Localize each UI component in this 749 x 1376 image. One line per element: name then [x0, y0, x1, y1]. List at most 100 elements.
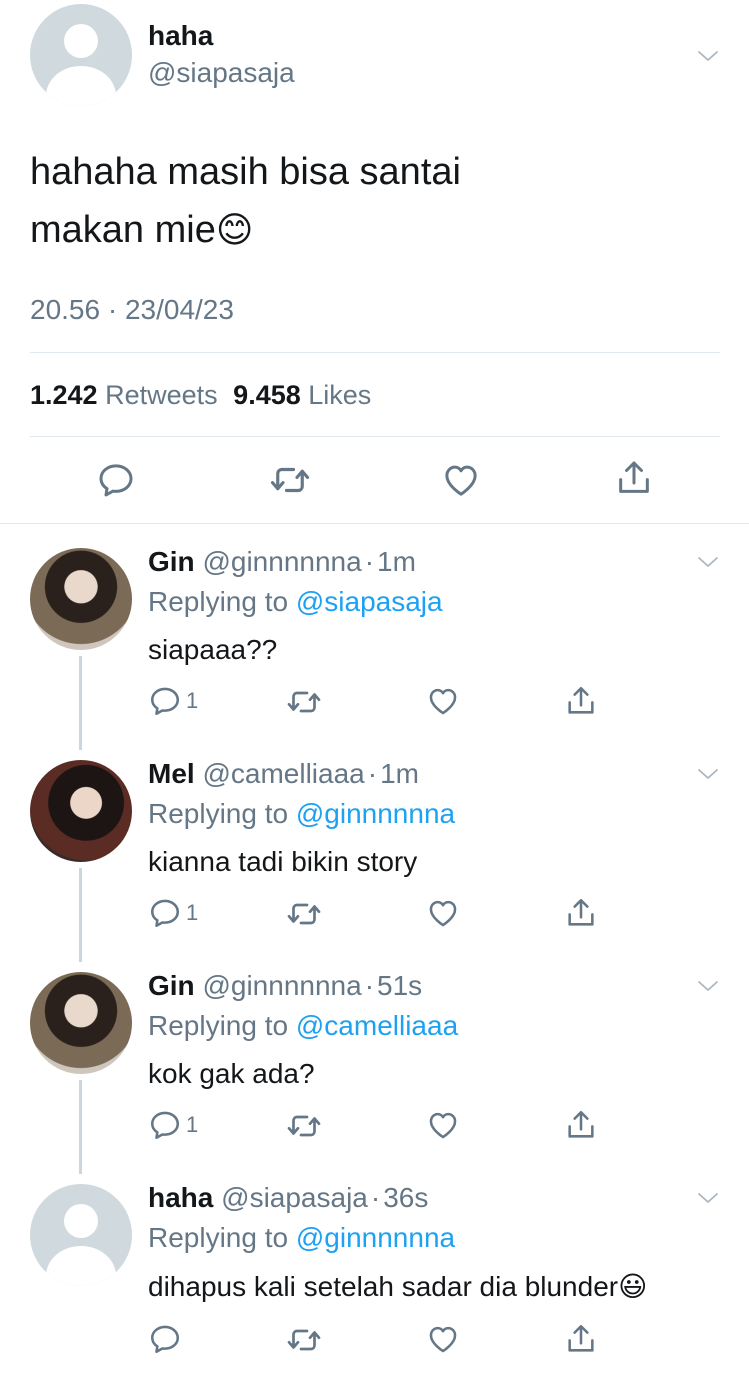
- like-button[interactable]: [426, 896, 460, 930]
- chevron-down-icon[interactable]: [696, 1186, 720, 1210]
- heart-icon: [426, 684, 460, 718]
- reply-count: 1: [186, 1112, 199, 1137]
- separator-dot: ·: [364, 546, 375, 577]
- reply-text: kianna tadi bikin story: [148, 846, 418, 877]
- user-handle[interactable]: @ginnnnnna: [202, 970, 361, 1001]
- reply-time[interactable]: 1m: [380, 758, 419, 789]
- retweets-count[interactable]: 1.242: [30, 380, 98, 410]
- user-handle[interactable]: @camelliaaa: [202, 758, 364, 789]
- avatar[interactable]: [30, 548, 132, 650]
- display-name[interactable]: Mel: [148, 758, 195, 789]
- user-handle[interactable]: @siapasaja: [221, 1182, 368, 1213]
- heart-icon: [426, 1108, 460, 1142]
- tweet-text-line2: makan mie😊: [30, 209, 254, 251]
- reply-actions: 1: [148, 1108, 608, 1148]
- retweet-icon: [286, 684, 322, 720]
- retweet-button[interactable]: [286, 1322, 322, 1358]
- reply-header: Gin @ginnnnnna · 51s: [148, 970, 422, 1002]
- share-icon: [564, 1322, 598, 1356]
- heart-icon[interactable]: [441, 460, 481, 500]
- replying-to-prefix: Replying to: [148, 1010, 289, 1041]
- share-icon: [564, 1108, 598, 1142]
- reply-text-body: dihapus kali setelah sadar dia blunder: [148, 1271, 619, 1302]
- reply-time[interactable]: 36s: [383, 1182, 428, 1213]
- retweet-button[interactable]: [286, 896, 322, 932]
- heart-icon: [426, 1322, 460, 1356]
- share-icon: [564, 684, 598, 718]
- like-button[interactable]: [426, 1322, 460, 1356]
- reply-actions: 1: [148, 896, 608, 936]
- chevron-down-icon[interactable]: [696, 974, 720, 998]
- thread-line: [79, 656, 82, 750]
- display-name[interactable]: Gin: [148, 546, 195, 577]
- retweet-icon[interactable]: [269, 459, 311, 501]
- user-handle[interactable]: @siapasaja: [148, 57, 295, 89]
- reply-button[interactable]: 1: [148, 684, 198, 718]
- reply-icon: [148, 1108, 182, 1142]
- replying-to-handle[interactable]: @ginnnnnna: [296, 1222, 455, 1253]
- reply-button[interactable]: 1: [148, 896, 198, 930]
- display-name[interactable]: haha: [148, 20, 213, 52]
- replying-to-handle[interactable]: @ginnnnnna: [296, 798, 455, 829]
- reply-icon: [148, 1322, 182, 1356]
- reply-count: 1: [186, 688, 199, 713]
- divider: [30, 436, 720, 437]
- replying-to-handle[interactable]: @siapasaja: [296, 586, 443, 617]
- reply-button[interactable]: [148, 1322, 186, 1356]
- retweet-button[interactable]: [286, 1108, 322, 1144]
- chevron-down-icon[interactable]: [696, 44, 720, 68]
- retweets-label[interactable]: Retweets: [105, 380, 218, 410]
- avatar[interactable]: [30, 1184, 132, 1286]
- likes-count[interactable]: 9.458: [233, 380, 301, 410]
- avatar[interactable]: [30, 4, 132, 106]
- heart-icon: [426, 896, 460, 930]
- reply-header: haha @siapasaja · 36s: [148, 1182, 428, 1214]
- reply-text: siapaaa??: [148, 634, 278, 665]
- share-icon[interactable]: [614, 458, 654, 498]
- tweet-timestamp[interactable]: 20.56 · 23/04/23: [30, 294, 234, 326]
- reply-count: 1: [186, 900, 199, 925]
- display-name[interactable]: Gin: [148, 970, 195, 1001]
- reply-button[interactable]: 1: [148, 1108, 198, 1142]
- share-button[interactable]: [564, 1322, 598, 1356]
- like-button[interactable]: [426, 684, 460, 718]
- retweet-icon: [286, 1322, 322, 1358]
- separator-dot: ·: [370, 1182, 381, 1213]
- retweet-icon: [286, 896, 322, 932]
- tweet-text-line1: hahaha masih bisa santai: [30, 151, 461, 193]
- display-name[interactable]: haha: [148, 1182, 213, 1213]
- likes-label[interactable]: Likes: [308, 380, 371, 410]
- reply-icon: [148, 896, 182, 930]
- retweet-icon: [286, 1108, 322, 1144]
- replying-to-prefix: Replying to: [148, 586, 289, 617]
- divider: [0, 523, 749, 524]
- reply-actions: 1: [148, 684, 608, 724]
- retweet-button[interactable]: [286, 684, 322, 720]
- share-icon: [564, 896, 598, 930]
- avatar[interactable]: [30, 972, 132, 1074]
- thread-line: [79, 868, 82, 962]
- replying-to-handle[interactable]: @camelliaaa: [296, 1010, 458, 1041]
- chevron-down-icon[interactable]: [696, 762, 720, 786]
- replying-to: Replying to @siapasaja: [148, 586, 443, 618]
- separator-dot: ·: [367, 758, 378, 789]
- grinning-emoji-icon: 😃: [618, 1271, 648, 1302]
- reply-header: Mel @camelliaaa · 1m: [148, 758, 419, 790]
- replying-to: Replying to @ginnnnnna: [148, 1222, 455, 1254]
- replying-to-prefix: Replying to: [148, 798, 289, 829]
- share-button[interactable]: [564, 1108, 598, 1142]
- reply-icon[interactable]: [96, 460, 136, 500]
- share-button[interactable]: [564, 896, 598, 930]
- smiling-emoji-icon: 😊: [215, 209, 254, 250]
- thread-line: [79, 1080, 82, 1174]
- share-button[interactable]: [564, 684, 598, 718]
- replying-to: Replying to @camelliaaa: [148, 1010, 458, 1042]
- reply-text: kok gak ada?: [148, 1058, 315, 1089]
- like-button[interactable]: [426, 1108, 460, 1142]
- user-handle[interactable]: @ginnnnnna: [202, 546, 361, 577]
- avatar[interactable]: [30, 760, 132, 862]
- chevron-down-icon[interactable]: [696, 550, 720, 574]
- reply-icon: [148, 684, 182, 718]
- reply-time[interactable]: 1m: [377, 546, 416, 577]
- reply-time[interactable]: 51s: [377, 970, 422, 1001]
